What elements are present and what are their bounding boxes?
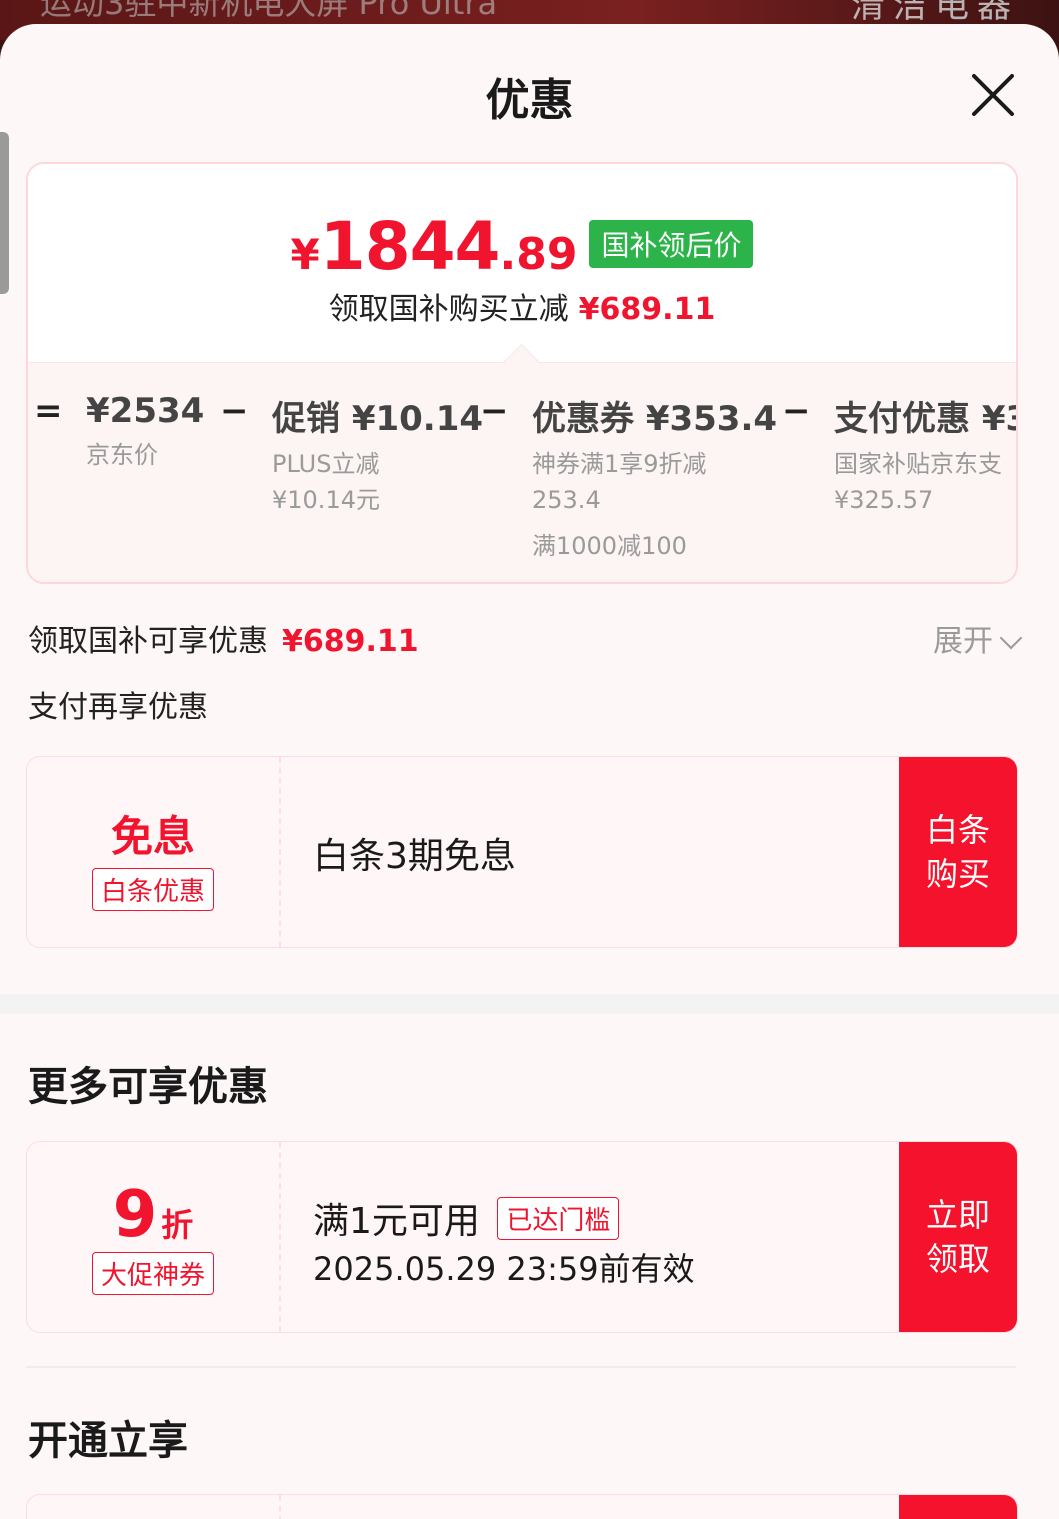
expand-label: 展开	[933, 624, 993, 659]
breakdown-main: 促销 ¥10.14	[272, 399, 484, 439]
pay-section-title: 支付再享优惠	[28, 690, 208, 725]
price-summary: ¥1844.89 国补领后价 领取国补购买立减 ¥689.11	[28, 164, 1016, 364]
coupon-condition: 满1元可用	[313, 1201, 480, 1242]
breakdown-jd-price: ¥2534 京东价	[86, 391, 204, 473]
breakdown-desc: PLUS立减 ¥10.14元	[272, 450, 380, 514]
button-line: 领取	[925, 1240, 990, 1278]
enjoy-amount: ¥689.11	[282, 624, 419, 659]
operator-minus: −	[480, 391, 509, 431]
claim-now-button[interactable]: 立即 领取	[899, 1142, 1017, 1332]
button-line: 白条	[925, 811, 990, 849]
coupon-separator	[279, 1495, 281, 1519]
discount-unit: 折	[161, 1206, 194, 1244]
membership-coupon[interactable]	[26, 1494, 1018, 1519]
breakdown-payment: 支付优惠 ¥3 国家补贴京东支 ¥325.57	[834, 391, 1018, 518]
subsidy-label: 领取国补购买立减	[328, 292, 569, 327]
coupon-tag: 白条优惠	[91, 868, 214, 911]
breakdown-promotion: 促销 ¥10.14 PLUS立减 ¥10.14元	[272, 391, 483, 518]
membership-action-button[interactable]	[899, 1495, 1017, 1519]
breakdown-extra: 满1000减100	[532, 532, 687, 560]
breakdown-main: 优惠券 ¥353.4	[532, 399, 778, 439]
close-icon[interactable]	[968, 70, 1018, 120]
breakdown-coupon: 优惠券 ¥353.4 神券满1享9折减 253.4 满1000减100	[532, 391, 777, 561]
banner-text-left: 运动3驻中新机电大屏 Pro Ultra	[40, 0, 498, 22]
subsidy-enjoy-row: 领取国补可享优惠 ¥689.11 展开	[28, 616, 1023, 659]
coupon-title: 白条3期免息	[313, 836, 516, 877]
breakdown-desc: 神券满1享9折减 253.4	[532, 450, 707, 514]
threshold-badge: 已达门槛	[497, 1197, 620, 1240]
baitiao-buy-button[interactable]: 白条 购买	[899, 757, 1017, 947]
enjoy-label: 领取国补可享优惠	[28, 624, 268, 659]
open-section-title: 开通立享	[28, 1418, 188, 1464]
coupon-big-text: 免息	[110, 812, 195, 861]
price-breakdown[interactable]: = ¥2534 京东价 − 促销 ¥10.14 PLUS立减 ¥10.14元 −…	[28, 343, 1018, 582]
coupon-condition-line: 满1元可用 已达门槛	[313, 1192, 620, 1244]
price-integer: 1844	[319, 208, 501, 285]
button-line: 立即	[925, 1196, 990, 1234]
subsidy-amount: ¥689.11	[578, 292, 716, 327]
operator-minus: −	[782, 391, 811, 431]
final-price: ¥1844.89 国补领后价	[28, 208, 1016, 285]
discount-sheet: 优惠 ¥1844.89 国补领后价 领取国补购买立减 ¥689.11 = ¥2534…	[0, 24, 1059, 1519]
coupon-left: 免息 白条优惠	[27, 757, 281, 947]
operator-equals: =	[34, 391, 63, 431]
currency-symbol: ¥	[290, 230, 320, 279]
expand-toggle[interactable]: 展开	[933, 616, 1023, 660]
breakdown-main: ¥2534	[86, 391, 205, 431]
chevron-down-icon	[999, 626, 1023, 650]
coupon-expiry: 2025.05.29 23:59前有效	[313, 1250, 695, 1288]
divider	[26, 1366, 1016, 1368]
button-line: 购买	[925, 855, 990, 893]
coupon-body: 白条3期免息	[313, 757, 897, 947]
coupon-tag: 大促神券	[91, 1252, 214, 1295]
price-tag: 国补领后价	[589, 220, 754, 268]
more-section-title: 更多可享优惠	[28, 1064, 268, 1110]
discount-coupon[interactable]: 9折 大促神券 满1元可用 已达门槛 2025.05.29 23:59前有效 立…	[26, 1141, 1018, 1333]
discount-value: 9	[112, 1178, 158, 1252]
section-divider	[0, 994, 1059, 1014]
sheet-title: 优惠	[485, 75, 574, 126]
price-card: ¥1844.89 国补领后价 领取国补购买立减 ¥689.11 = ¥2534 京东…	[26, 162, 1018, 584]
baitiao-coupon[interactable]: 免息 白条优惠 白条3期免息 白条购买	[26, 756, 1018, 948]
banner-text-right: 清洁电器	[851, 0, 1019, 26]
breakdown-desc: 京东价	[86, 441, 158, 469]
breakdown-desc: 国家补贴京东支 ¥325.57	[834, 450, 1002, 514]
breakdown-main: 支付优惠 ¥3	[834, 399, 1018, 439]
coupon-body: 满1元可用 已达门槛 2025.05.29 23:59前有效	[313, 1142, 897, 1332]
coupon-value: 9折	[27, 1178, 279, 1252]
price-decimal: .89	[499, 229, 578, 280]
scrollbar[interactable]	[0, 132, 9, 294]
operator-minus: −	[220, 391, 249, 431]
sheet-header: 优惠	[0, 24, 1059, 144]
subsidy-line: 领取国补购买立减 ¥689.11	[28, 284, 1016, 328]
coupon-left: 9折 大促神券	[27, 1142, 281, 1332]
